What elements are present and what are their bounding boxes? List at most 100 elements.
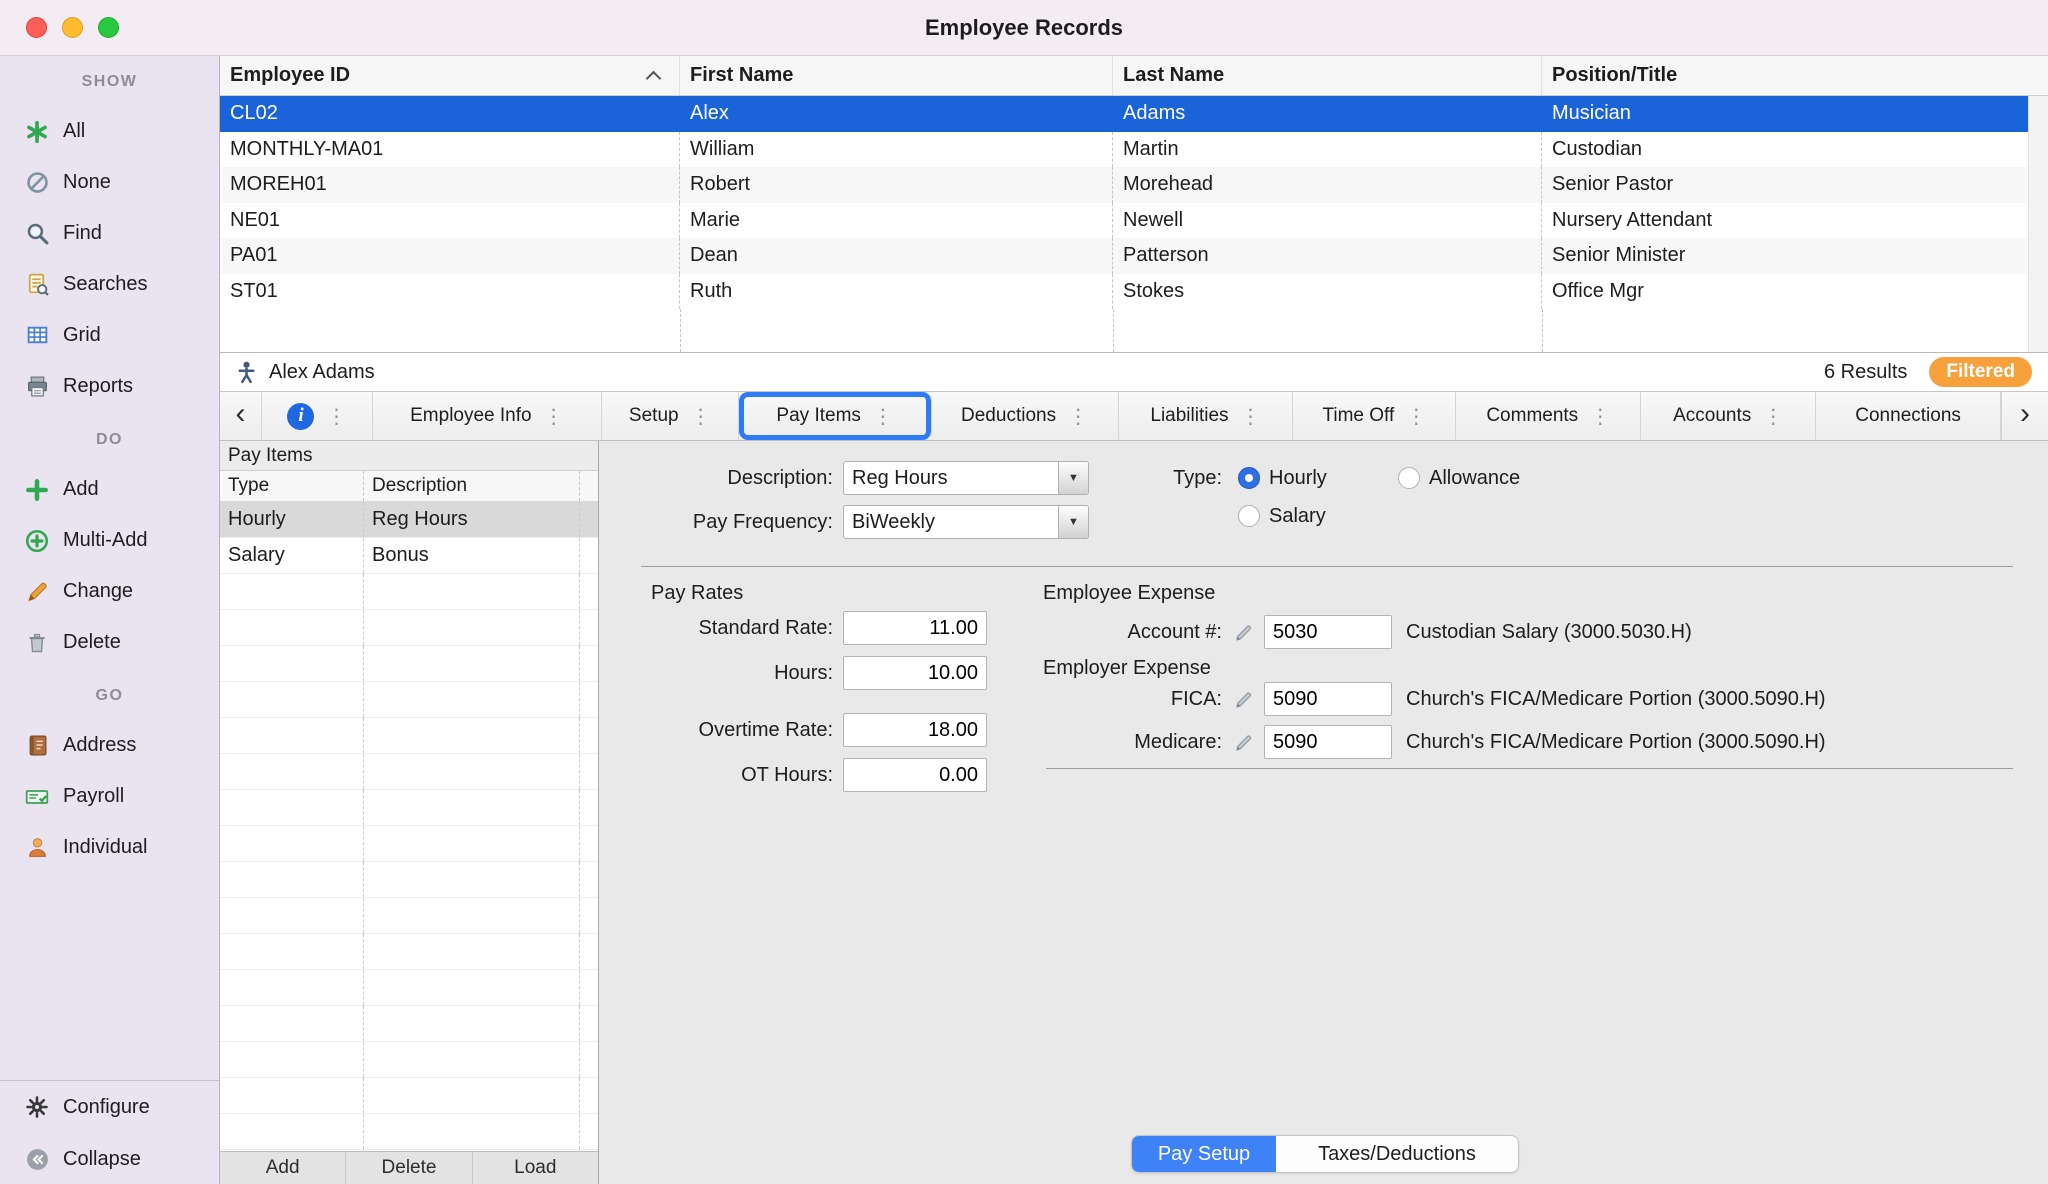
cell-position: Musician xyxy=(1542,96,2028,132)
tab-menu-dots-icon[interactable]: ⋮ xyxy=(873,404,893,429)
medicare-row: Medicare:Church's FICA/Medicare Portion … xyxy=(1022,725,1826,759)
tabs-scroll-right-button[interactable]: › xyxy=(2001,392,2048,440)
sort-ascending-icon xyxy=(646,71,662,87)
delete-pay-item-button[interactable]: Delete xyxy=(346,1152,472,1184)
sidebar-item-none[interactable]: None xyxy=(0,157,219,208)
sidebar-item-reports[interactable]: Reports xyxy=(0,361,219,412)
view-toggle-pay-setup[interactable]: Pay Setup xyxy=(1132,1136,1276,1172)
table-row[interactable]: NE01MarieNewellNursery Attendant xyxy=(220,203,2028,239)
column-header-first-name[interactable]: First Name xyxy=(680,56,1113,95)
sidebar-item-searches[interactable]: Searches xyxy=(0,259,219,310)
pay-frequency-dropdown[interactable]: BiWeekly ▼ xyxy=(843,505,1089,539)
tab-liabilities[interactable]: Liabilities⋮ xyxy=(1119,392,1294,440)
pencil-icon xyxy=(22,578,52,606)
pay-items-list: HourlyReg HoursSalaryBonus xyxy=(220,502,598,1151)
cell-employee-id: PA01 xyxy=(220,238,680,274)
cell-employee-id: MONTHLY-MA01 xyxy=(220,132,680,168)
load-pay-item-button[interactable]: Load xyxy=(473,1152,598,1184)
hours-input[interactable] xyxy=(843,656,987,690)
account-number-account-input[interactable] xyxy=(1264,615,1392,649)
type-column-header: Type xyxy=(220,471,364,501)
tab-deductions[interactable]: Deductions⋮ xyxy=(932,392,1119,440)
tab-menu-dots-icon[interactable]: ⋮ xyxy=(544,404,564,429)
sidebar-item-add[interactable]: Add xyxy=(0,464,219,515)
tab-menu-dots-icon[interactable]: ⋮ xyxy=(1241,404,1261,429)
cell-employee-id: ST01 xyxy=(220,274,680,310)
cell-last-name: Adams xyxy=(1113,96,1542,132)
sidebar-item-multi-add[interactable]: Multi-Add xyxy=(0,515,219,566)
tab-setup[interactable]: Setup⋮ xyxy=(602,392,739,440)
tab-accounts[interactable]: Accounts⋮ xyxy=(1641,392,1816,440)
pay-item-row[interactable]: HourlyReg Hours xyxy=(220,502,598,538)
dropdown-arrow-icon[interactable]: ▼ xyxy=(1058,506,1088,538)
sidebar-section-do: DOAddMulti-AddChangeDelete xyxy=(0,424,219,668)
cell-last-name: Newell xyxy=(1113,203,1542,239)
type-radio-allowance[interactable]: Allowance xyxy=(1398,463,1520,493)
sidebar-item-change[interactable]: Change xyxy=(0,566,219,617)
pay-item-row[interactable]: SalaryBonus xyxy=(220,538,598,574)
cell-first-name: Robert xyxy=(680,167,1113,203)
employee-expense-title: Employee Expense xyxy=(1043,582,1215,605)
column-divider xyxy=(1113,309,1114,352)
column-header-last-name[interactable]: Last Name xyxy=(1113,56,1542,95)
sidebar-item-all[interactable]: All xyxy=(0,106,219,157)
address-book-icon xyxy=(22,732,52,760)
employer-expense-title: Employer Expense xyxy=(1043,657,1211,680)
tabs-scroll-left-button[interactable]: ‹ xyxy=(220,392,262,440)
table-row[interactable]: CL02AlexAdamsMusician xyxy=(220,96,2028,132)
table-row[interactable]: MONTHLY-MA01WilliamMartinCustodian xyxy=(220,132,2028,168)
tab-menu-dots-icon[interactable]: ⋮ xyxy=(326,404,346,429)
view-toggle-taxes-deductions[interactable]: Taxes/Deductions xyxy=(1276,1136,1518,1172)
grid-icon xyxy=(22,322,52,350)
asterisk-icon xyxy=(22,118,52,146)
sidebar-item-grid[interactable]: Grid xyxy=(0,310,219,361)
table-row[interactable]: PA01DeanPattersonSenior Minister xyxy=(220,238,2028,274)
sidebar-item-address[interactable]: Address xyxy=(0,720,219,771)
medicare-account-input[interactable] xyxy=(1264,725,1392,759)
pay-item-empty-row xyxy=(220,790,598,826)
trash-icon xyxy=(22,629,52,657)
cell-first-name: William xyxy=(680,132,1113,168)
sidebar-item-find[interactable]: Find xyxy=(0,208,219,259)
type-radio-hourly[interactable]: Hourly xyxy=(1238,463,1327,493)
add-pay-item-button[interactable]: Add xyxy=(220,1152,346,1184)
fica-account-input[interactable] xyxy=(1264,682,1392,716)
tab-menu-dots-icon[interactable]: ⋮ xyxy=(691,404,711,429)
tab-menu-dots-icon[interactable]: ⋮ xyxy=(1068,404,1088,429)
sidebar-item-payroll[interactable]: Payroll xyxy=(0,771,219,822)
sidebar-section-header: GO xyxy=(0,680,219,712)
printer-icon xyxy=(22,373,52,401)
type-radio-salary[interactable]: Salary xyxy=(1238,501,1326,531)
sidebar-item-individual[interactable]: Individual xyxy=(0,822,219,873)
tab-menu-dots-icon[interactable]: ⋮ xyxy=(1406,404,1426,429)
tab-time-off[interactable]: Time Off⋮ xyxy=(1293,392,1456,440)
pay-items-buttons: AddDeleteLoad xyxy=(220,1151,598,1184)
sidebar-item-configure[interactable]: Configure xyxy=(0,1081,219,1133)
account-lookup-icon[interactable] xyxy=(1234,731,1256,753)
column-header-employee-id[interactable]: Employee ID xyxy=(220,56,680,95)
ot-hours-row: OT Hours: xyxy=(619,758,987,792)
table-row[interactable]: MOREH01RobertMoreheadSenior Pastor xyxy=(220,167,2028,203)
pay-items-column-headers: Type Description xyxy=(220,471,598,502)
filtered-badge[interactable]: Filtered xyxy=(1929,357,2032,387)
sidebar-item-delete[interactable]: Delete xyxy=(0,617,219,668)
overtime-rate-input[interactable] xyxy=(843,713,987,747)
tab-info[interactable]: i⋮ xyxy=(262,392,373,440)
tab-pay-items[interactable]: Pay Items⋮ xyxy=(739,392,932,440)
info-icon: i xyxy=(287,403,314,430)
standard-rate-row: Standard Rate: xyxy=(619,611,987,645)
cell-employee-id: MOREH01 xyxy=(220,167,680,203)
tab-menu-dots-icon[interactable]: ⋮ xyxy=(1763,404,1783,429)
account-lookup-icon[interactable] xyxy=(1234,621,1256,643)
sidebar-item-collapse[interactable]: Collapse xyxy=(0,1133,219,1184)
column-header-position-title[interactable]: Position/Title xyxy=(1542,56,2048,95)
table-row[interactable]: ST01RuthStokesOffice Mgr xyxy=(220,274,2028,310)
account-lookup-icon[interactable] xyxy=(1234,688,1256,710)
tab-connections[interactable]: Connections xyxy=(1816,392,2001,440)
tab-comments[interactable]: Comments⋮ xyxy=(1456,392,1641,440)
vertical-scrollbar[interactable] xyxy=(2028,96,2048,352)
tab-menu-dots-icon[interactable]: ⋮ xyxy=(1590,404,1610,429)
ot-hours-input[interactable] xyxy=(843,758,987,792)
standard-rate-input[interactable] xyxy=(843,611,987,645)
tab-employee-info[interactable]: Employee Info⋮ xyxy=(373,392,602,440)
